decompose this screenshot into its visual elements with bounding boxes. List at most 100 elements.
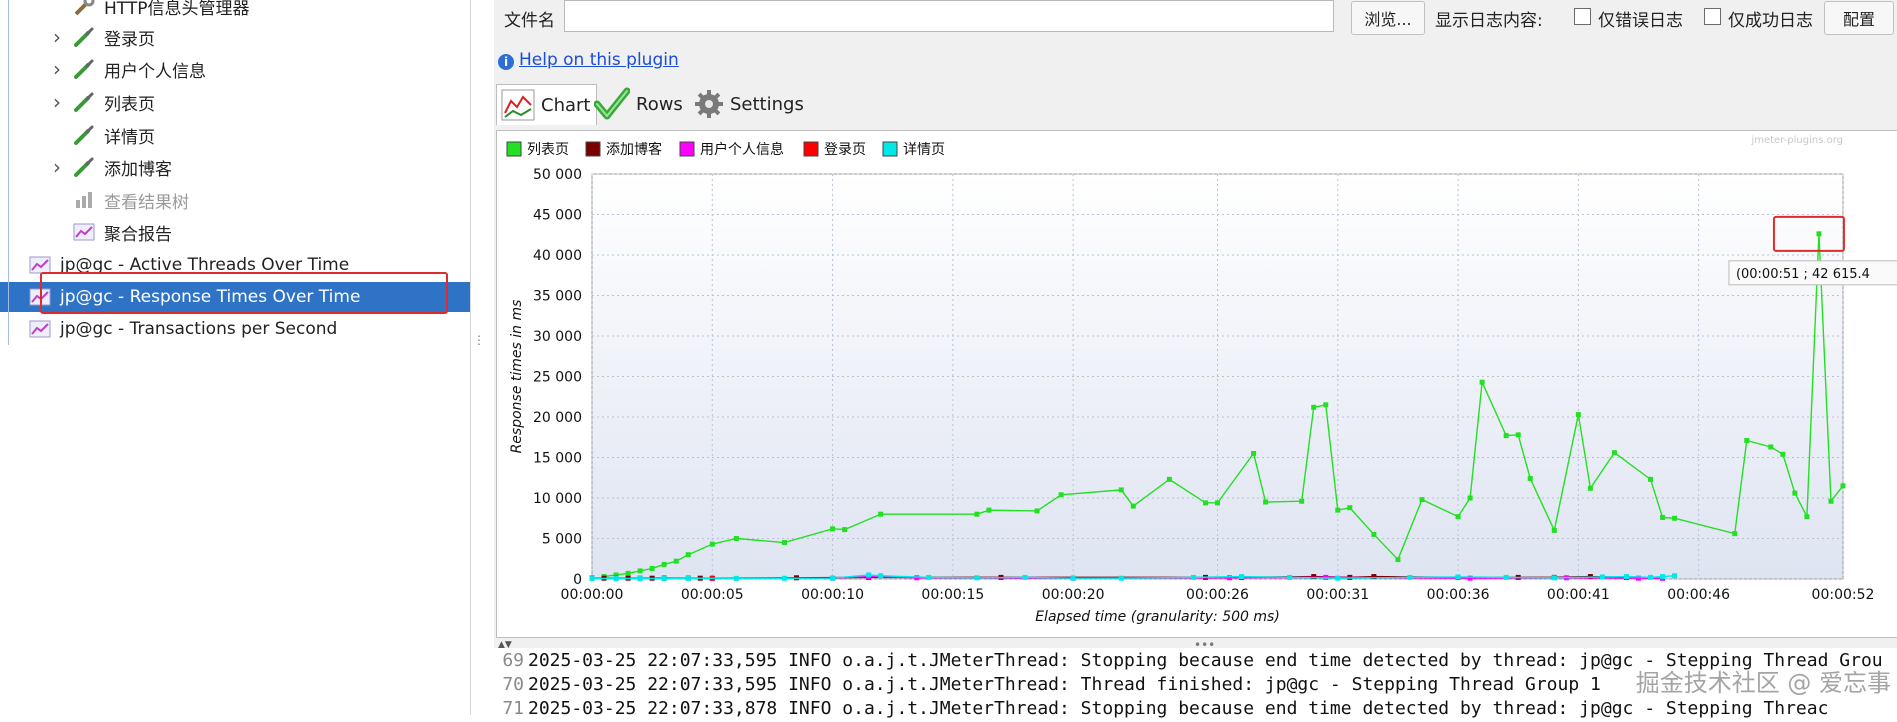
y-tick-label: 5 000 xyxy=(542,532,582,548)
tooltip-text: (00:00:51 ; 42 615.4 xyxy=(1736,267,1870,282)
data-point-0 xyxy=(1468,496,1473,501)
help-icon: i xyxy=(498,54,514,70)
data-point-4 xyxy=(1600,574,1605,579)
data-point-0 xyxy=(638,568,643,573)
data-point-4 xyxy=(686,576,691,581)
data-point-2 xyxy=(1227,575,1232,580)
data-point-4 xyxy=(782,576,787,581)
data-point-0 xyxy=(1480,380,1485,385)
expand-chevron-icon[interactable]: › xyxy=(50,25,64,49)
data-point-0 xyxy=(1612,450,1617,455)
data-point-0 xyxy=(650,566,655,571)
tree-item-label: 列表页 xyxy=(104,90,155,115)
legend-label: 用户个人信息 xyxy=(700,141,784,158)
data-point-0 xyxy=(1648,477,1653,482)
data-point-0 xyxy=(1131,504,1136,509)
pipette-icon xyxy=(72,25,96,49)
x-tick-label: 00:00:46 xyxy=(1667,587,1730,603)
data-point-0 xyxy=(1828,499,1833,504)
data-point-0 xyxy=(626,571,631,576)
tree-item-7[interactable]: 聚合报告 xyxy=(50,217,172,247)
expand-chevron-icon[interactable]: › xyxy=(50,57,64,81)
data-point-0 xyxy=(986,508,991,513)
config-button[interactable]: 配置 xyxy=(1824,1,1894,35)
log-line-text: 2025-03-25 22:07:33,878 INFO o.a.j.t.JMe… xyxy=(528,698,1828,722)
x-tick-label: 00:00:41 xyxy=(1547,587,1610,603)
tree-item-4[interactable]: 详情页 xyxy=(50,120,155,150)
log-line: 712025-03-25 22:07:33,878 INFO o.a.j.t.J… xyxy=(494,698,1828,722)
gear-icon xyxy=(694,89,724,119)
data-point-4 xyxy=(1672,573,1677,578)
data-point-0 xyxy=(1203,500,1208,505)
data-point-0 xyxy=(1780,452,1785,457)
data-point-4 xyxy=(1335,576,1340,581)
data-point-0 xyxy=(1263,500,1268,505)
errors-only-checkbox[interactable] xyxy=(1574,8,1591,25)
data-point-0 xyxy=(1167,477,1172,482)
data-point-0 xyxy=(1792,491,1797,496)
tab-rows[interactable]: Rows xyxy=(594,84,683,124)
file-bar: 文件名 浏览... 显示日志内容: 仅错误日志 仅成功日志 配置 xyxy=(494,0,1897,36)
tab-settings[interactable]: Settings xyxy=(694,84,804,124)
log-line-number: 70 xyxy=(494,674,528,698)
filename-input[interactable] xyxy=(564,0,1334,32)
data-point-0 xyxy=(734,536,739,541)
data-point-4 xyxy=(926,575,931,580)
tree-item-5[interactable]: › 添加博客 xyxy=(50,152,172,182)
graph-icon xyxy=(28,317,52,341)
data-point-0 xyxy=(1419,497,1424,502)
data-point-0 xyxy=(1456,514,1461,519)
log-line: 702025-03-25 22:07:33,595 INFO o.a.j.t.J… xyxy=(494,674,1601,698)
tab-chart[interactable]: Chart xyxy=(496,84,597,125)
splitter-handle[interactable]: ⋮ xyxy=(473,333,485,347)
legend-swatch xyxy=(804,142,818,156)
data-point-0 xyxy=(1841,483,1846,488)
tree-item-label: 详情页 xyxy=(104,123,155,148)
data-point-0 xyxy=(878,512,883,517)
data-point-4 xyxy=(1456,574,1461,579)
legend-swatch xyxy=(680,142,694,156)
x-tick-label: 00:00:10 xyxy=(801,587,864,603)
data-point-0 xyxy=(1768,444,1773,449)
pipette-icon xyxy=(72,90,96,114)
tree-item-label: 添加博客 xyxy=(104,155,172,180)
legend-swatch xyxy=(507,142,521,156)
listener-icon xyxy=(72,188,96,212)
data-point-0 xyxy=(842,527,847,532)
expand-chevron-icon[interactable]: › xyxy=(50,90,64,114)
x-axis-label: Elapsed time (granularity: 500 ms) xyxy=(1035,609,1280,625)
tree-item-1[interactable]: ›登录页 xyxy=(50,22,155,52)
tree-item-3[interactable]: › 列表页 xyxy=(50,87,155,117)
log-line-text: 2025-03-25 22:07:33,595 INFO o.a.j.t.JMe… xyxy=(528,674,1601,698)
tree-item-2[interactable]: ›用户个人信息 xyxy=(50,54,206,84)
listener-panel: 文件名 浏览... 显示日志内容: 仅错误日志 仅成功日志 配置 i Help … xyxy=(494,0,1897,715)
data-point-0 xyxy=(674,559,679,564)
legend-swatch xyxy=(586,142,600,156)
pipette-icon xyxy=(72,155,96,179)
x-tick-label: 00:00:36 xyxy=(1427,587,1490,603)
tab-chart-label: Chart xyxy=(541,95,590,116)
data-point-0 xyxy=(1588,486,1593,491)
tree-item-6[interactable]: 查看结果树 xyxy=(50,185,189,215)
watermark-text: 掘金技术社区 @ 爱忘事 xyxy=(1636,663,1891,698)
help-link[interactable]: Help on this plugin xyxy=(519,50,679,70)
chart-icon xyxy=(501,89,535,121)
data-point-0 xyxy=(830,526,835,531)
y-tick-label: 25 000 xyxy=(533,370,582,386)
y-axis-label: Response times in ms xyxy=(509,300,525,454)
browse-button[interactable]: 浏览... xyxy=(1351,1,1425,35)
pipette-icon xyxy=(72,123,96,147)
data-point-4 xyxy=(1660,574,1665,579)
tree-item-10[interactable]: jp@gc - Transactions per Second xyxy=(28,314,337,344)
success-only-checkbox[interactable] xyxy=(1704,8,1721,25)
data-point-0 xyxy=(686,552,691,557)
data-point-4 xyxy=(1624,574,1629,579)
legend-label: 列表页 xyxy=(527,142,569,158)
data-point-4 xyxy=(1023,575,1028,580)
expand-chevron-icon[interactable]: › xyxy=(50,155,64,179)
response-times-chart: jmeter-plugins.org05 00010 00015 00020 0… xyxy=(496,130,1897,638)
errors-only-label: 仅错误日志 xyxy=(1598,6,1683,31)
data-point-0 xyxy=(1552,528,1557,533)
tree-item-0[interactable]: HTTP信息头管理器 xyxy=(50,0,250,21)
data-point-4 xyxy=(1552,575,1557,580)
